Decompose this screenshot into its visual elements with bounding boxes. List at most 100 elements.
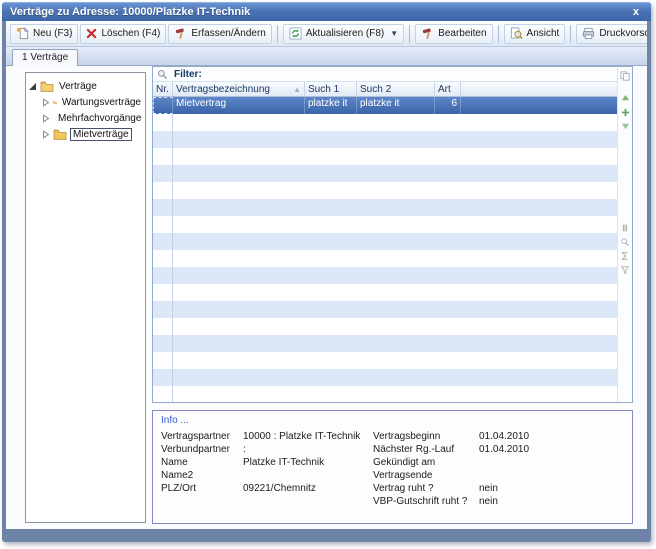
ansicht-button-label: Ansicht — [527, 28, 560, 39]
sort-asc-icon[interactable]: ▲ — [293, 85, 301, 94]
grid-empty-row[interactable] — [153, 318, 617, 335]
row-down-icon[interactable] — [621, 119, 630, 133]
info-value: nein — [479, 483, 498, 494]
grid-empty-row[interactable] — [153, 352, 617, 369]
tree-item-mietvertraege[interactable]: Mietverträge — [41, 126, 143, 142]
grid-empty-row[interactable] — [153, 386, 617, 402]
edit-record-button[interactable]: Erfassen/Ändern — [168, 24, 272, 44]
search-icon[interactable] — [157, 69, 168, 80]
edit-hammer-icon — [174, 27, 187, 40]
row-up-icon[interactable] — [621, 91, 630, 105]
contract-tree: Verträge Wartungsverträge Mehrfachvorgän… — [25, 72, 146, 523]
aggregate-icon[interactable] — [620, 249, 630, 263]
new-button-label: Neu (F3) — [33, 28, 72, 39]
tree-item-label[interactable]: Verträge — [57, 81, 99, 92]
folder-open-icon — [53, 129, 67, 140]
info-value: Platzke IT-Technik — [243, 457, 324, 468]
table-row-selected[interactable]: Mietvertrag platzke it platzke it 6 — [153, 97, 617, 114]
new-page-icon — [16, 27, 29, 40]
app-window: Verträge zu Adresse: 10000/Platzke IT-Te… — [2, 2, 651, 542]
toolbar-separator — [498, 25, 499, 43]
copy-grid-icon[interactable] — [620, 69, 630, 83]
grid-empty-row[interactable] — [153, 216, 617, 233]
bearbeiten-button[interactable]: Bearbeiten — [415, 24, 492, 44]
toolbar-separator — [277, 25, 278, 43]
refresh-icon — [289, 27, 302, 40]
edit-hammer-icon — [421, 27, 434, 40]
info-panel: Info ... Vertragspartner10000 : Platzke … — [152, 410, 633, 524]
delete-button[interactable]: Löschen (F4) — [80, 24, 166, 44]
cell-nr[interactable] — [153, 97, 173, 114]
info-label: VBP-Gutschrift ruht ? — [373, 496, 479, 507]
grid-empty-row[interactable] — [153, 165, 617, 182]
grid-empty-row[interactable] — [153, 267, 617, 284]
tree-collapsed-icon[interactable] — [41, 130, 50, 139]
column-header-vertragsbezeichnung[interactable]: Vertragsbezeichnung ▲ — [173, 82, 305, 96]
grid-empty-row[interactable] — [153, 131, 617, 148]
grid-empty-row[interactable] — [153, 114, 617, 131]
grid-empty-row[interactable] — [153, 369, 617, 386]
cell-art[interactable]: 6 — [435, 97, 461, 114]
tree-expanded-icon[interactable] — [28, 82, 37, 91]
tree-item-label[interactable]: Wartungsverträge — [60, 97, 143, 108]
cell-filler — [461, 97, 617, 114]
info-label: Verbundpartner — [161, 444, 243, 455]
info-panel-title: Info ... — [161, 415, 624, 426]
window-title: Verträge zu Adresse: 10000/Platzke IT-Te… — [10, 6, 629, 18]
bearbeiten-button-label: Bearbeiten — [438, 28, 486, 39]
info-label: Name2 — [161, 470, 243, 481]
close-icon[interactable]: x — [629, 6, 643, 18]
info-label: Vertrag ruht ? — [373, 483, 479, 494]
grid-empty-row[interactable] — [153, 284, 617, 301]
refresh-button-label: Aktualisieren (F8) — [306, 28, 384, 39]
grid-empty-row[interactable] — [153, 335, 617, 352]
tree-item-wartungsvertraege[interactable]: Wartungsverträge — [41, 94, 143, 110]
column-header-such2[interactable]: Such 2 — [357, 82, 435, 96]
info-label: Nächster Rg.-Lauf — [373, 444, 479, 455]
delete-button-label: Löschen (F4) — [101, 28, 160, 39]
tab-vertraege[interactable]: 1 Verträge — [12, 49, 78, 66]
add-row-icon[interactable] — [621, 105, 630, 119]
grid-filter-row[interactable]: Filter: — [153, 67, 617, 82]
tree-item-label-selected[interactable]: Mietverträge — [70, 128, 132, 141]
grid-empty-row[interactable] — [153, 199, 617, 216]
grid-empty-row[interactable] — [153, 233, 617, 250]
grid-empty-row[interactable] — [153, 301, 617, 318]
info-value: 01.04.2010 — [479, 431, 529, 442]
grid-empty-row[interactable] — [153, 148, 617, 165]
column-header-nr[interactable]: Nr. — [153, 82, 173, 96]
ansicht-button[interactable]: Ansicht — [504, 24, 566, 44]
grid-empty-row[interactable] — [153, 250, 617, 267]
tree-item-label[interactable]: Mehrfachvorgänge — [56, 113, 143, 124]
druckvorschau-button[interactable]: Druckvorschau — [576, 24, 647, 44]
tree-collapsed-icon[interactable] — [41, 98, 50, 107]
title-bar[interactable]: Verträge zu Adresse: 10000/Platzke IT-Te… — [2, 2, 651, 21]
cell-such2[interactable]: platzke it — [357, 97, 435, 114]
druckvorschau-button-label: Druckvorschau — [599, 28, 647, 39]
tree-item-vertraege[interactable]: Verträge — [28, 78, 143, 94]
cell-such1[interactable]: platzke it — [305, 97, 357, 114]
grid-filter-label: Filter: — [174, 69, 202, 80]
content-area: Verträge Wartungsverträge Mehrfachvorgän… — [6, 66, 647, 529]
contracts-grid: Filter: Nr. Vertragsbezeichnung ▲ Such 1… — [152, 66, 633, 403]
info-label: Vertragsende — [373, 470, 479, 481]
print-preview-icon — [582, 27, 595, 40]
grid-empty-row[interactable] — [153, 182, 617, 199]
column-header-such1[interactable]: Such 1 — [305, 82, 357, 96]
refresh-button[interactable]: Aktualisieren (F8) ▼ — [283, 24, 404, 44]
tree-collapsed-icon[interactable] — [41, 114, 50, 123]
column-header-art[interactable]: Art — [435, 82, 461, 96]
new-button[interactable]: Neu (F3) — [10, 24, 78, 44]
info-value: 09221/Chemnitz — [243, 483, 316, 494]
window-inner: Neu (F3) Löschen (F4) Erfassen/Ändern Ak… — [6, 21, 647, 529]
columns-icon[interactable] — [620, 221, 630, 235]
info-label: Gekündigt am — [373, 457, 479, 468]
search-grid-icon[interactable] — [620, 235, 630, 249]
tree-item-mehrfachvorgaenge[interactable]: Mehrfachvorgänge — [41, 110, 143, 126]
tab-strip: 1 Verträge — [6, 47, 647, 66]
info-value: 01.04.2010 — [479, 444, 529, 455]
chevron-down-icon[interactable]: ▼ — [390, 29, 398, 38]
filter-icon[interactable] — [620, 263, 630, 277]
folder-open-icon — [40, 81, 54, 92]
cell-vertragsbezeichnung[interactable]: Mietvertrag — [173, 97, 305, 114]
